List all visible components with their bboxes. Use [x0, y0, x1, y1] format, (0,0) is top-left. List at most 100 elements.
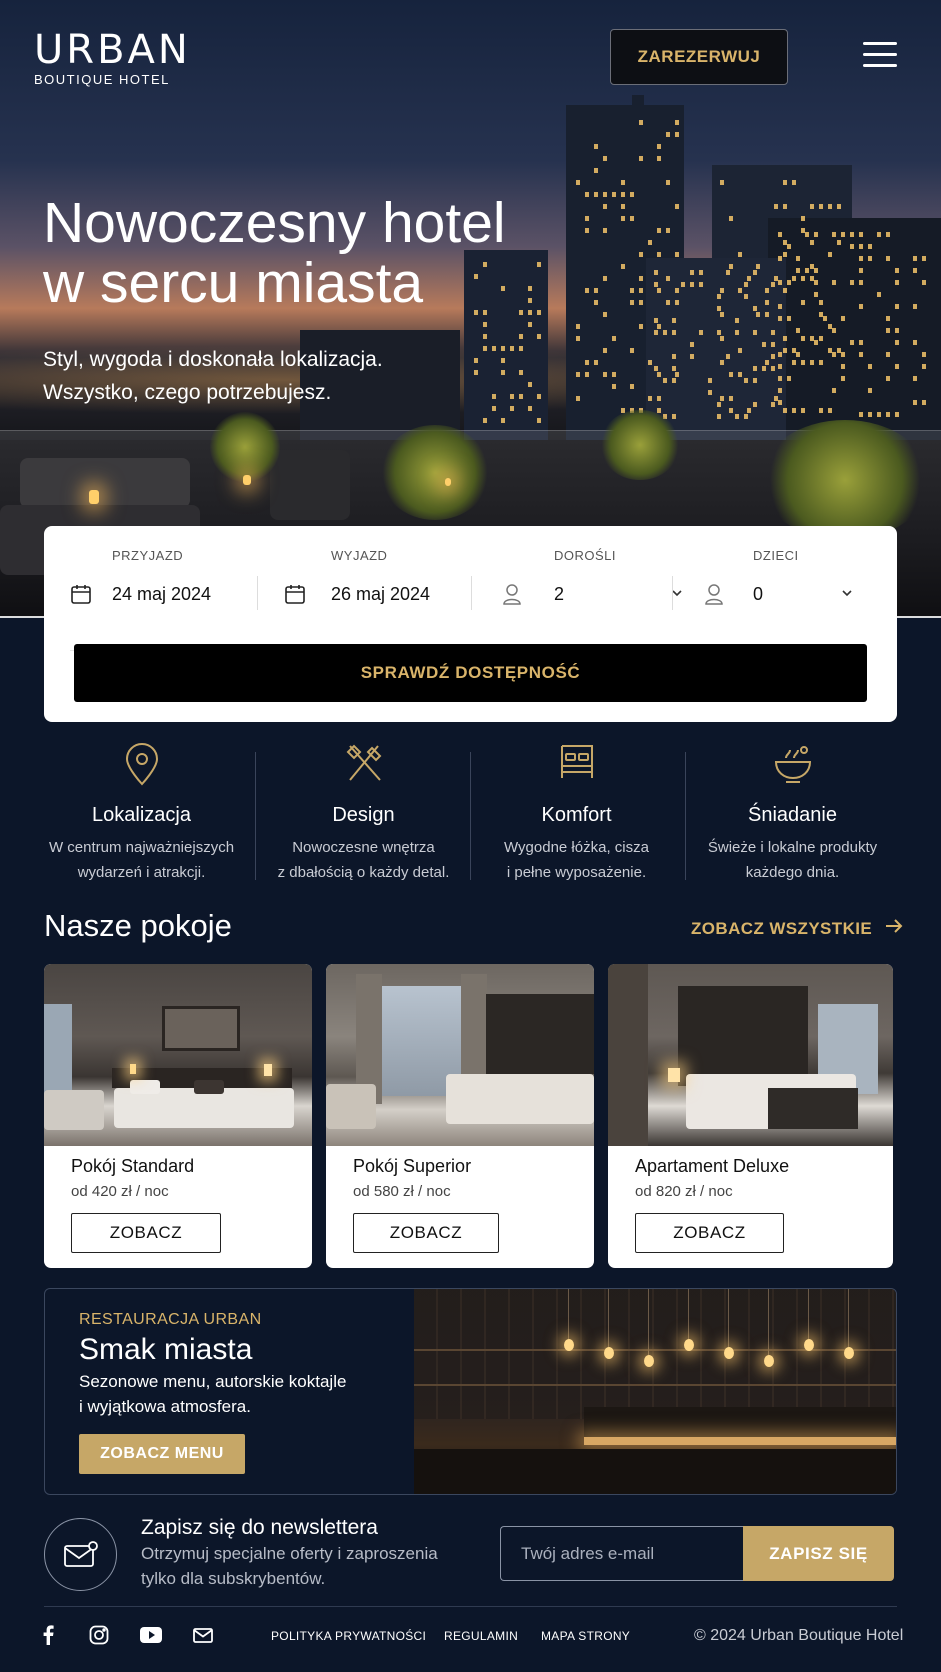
lit-window	[913, 376, 917, 381]
menu-bar	[863, 64, 897, 67]
lit-window	[868, 412, 872, 417]
footer-link-terms[interactable]: REGULAMIN	[444, 1629, 518, 1643]
instagram-icon[interactable]	[89, 1624, 109, 1646]
youtube-icon[interactable]	[140, 1624, 162, 1646]
pendant-bulb	[564, 1339, 574, 1351]
lit-window	[738, 252, 742, 257]
checkin-field[interactable]: PRZYJAZD 24 maj 2024	[70, 548, 270, 651]
pendant-cord	[568, 1289, 569, 1339]
adults-select[interactable]: DOROŚLI 2	[502, 548, 688, 651]
lit-window	[639, 252, 643, 257]
newsletter-subscribe-button[interactable]: ZAPISZ SIĘ	[743, 1526, 894, 1581]
headboard-panel	[486, 994, 594, 1074]
email-icon[interactable]	[193, 1624, 213, 1646]
restaurant-title: Smak miasta	[79, 1333, 253, 1366]
lit-window	[886, 328, 890, 333]
lit-window	[666, 132, 670, 137]
lit-window	[720, 396, 724, 401]
lit-window	[859, 304, 863, 309]
lit-window	[744, 378, 748, 383]
lit-window	[922, 400, 926, 405]
lit-window	[720, 336, 724, 341]
lit-window	[576, 324, 580, 329]
lit-window	[717, 330, 721, 335]
lit-window	[819, 204, 823, 209]
facebook-icon[interactable]	[42, 1624, 54, 1646]
room-view-button[interactable]: ZOBACZ	[353, 1213, 499, 1253]
room-name: Apartament Deluxe	[635, 1156, 790, 1176]
lit-window	[621, 204, 625, 209]
lit-window	[657, 252, 661, 257]
lit-window	[877, 412, 881, 417]
lit-window	[753, 366, 757, 371]
lit-window	[585, 192, 589, 197]
lit-window	[537, 334, 541, 339]
lit-window	[859, 268, 863, 273]
lit-window	[576, 396, 580, 401]
window-shape	[44, 1004, 72, 1094]
room-name: Pokój Standard	[71, 1156, 195, 1176]
lit-window	[810, 204, 814, 209]
bar-light-strip	[584, 1437, 896, 1445]
lit-window	[738, 288, 742, 293]
room-card-standard[interactable]: Pokój Standard od 420 zł / noc ZOBACZ	[44, 964, 312, 1268]
lit-window	[528, 382, 532, 387]
room-price: od 820 zł / noc	[635, 1183, 733, 1200]
hero-title: Nowoczesny hotel w sercu miasta	[43, 193, 563, 313]
lit-window	[738, 348, 742, 353]
hamburger-menu-icon[interactable]	[863, 42, 897, 70]
lit-window	[666, 180, 670, 185]
lit-window	[639, 288, 643, 293]
newsletter-email-input[interactable]	[500, 1526, 744, 1581]
lit-window	[922, 256, 926, 261]
reserve-button[interactable]: ZAREZERWUJ	[610, 29, 788, 85]
lit-window	[801, 276, 805, 281]
hotel-logo[interactable]: URBAN BOUTIQUE HOTEL	[34, 30, 191, 87]
rooms-section-title: Nasze pokoje	[44, 908, 232, 943]
lit-window	[672, 414, 676, 419]
room-card-deluxe[interactable]: Apartament Deluxe od 820 zł / noc ZOBACZ	[608, 964, 893, 1268]
lit-window	[841, 364, 845, 369]
lit-window	[621, 216, 625, 221]
lit-window	[639, 276, 643, 281]
footer-link-privacy[interactable]: POLITYKA PRYWATNOŚCI	[271, 1629, 426, 1643]
terrace-plant	[380, 425, 490, 520]
see-all-rooms-link[interactable]: ZOBACZ WSZYSTKIE	[691, 918, 904, 939]
lit-window	[841, 316, 845, 321]
lit-window	[783, 180, 787, 185]
bedside-lamp	[668, 1068, 680, 1082]
checkout-field[interactable]: WYJAZD 26 maj 2024	[284, 548, 484, 651]
lit-window	[717, 306, 721, 311]
lit-window	[877, 232, 881, 237]
lit-window	[492, 394, 496, 399]
lit-window	[922, 364, 926, 369]
lit-window	[913, 400, 917, 405]
lit-window	[832, 328, 836, 333]
room-view-button[interactable]: ZOBACZ	[635, 1213, 784, 1253]
lit-window	[726, 270, 730, 275]
hero-building	[632, 95, 644, 115]
lit-window	[913, 268, 917, 273]
lit-window	[850, 340, 854, 345]
lit-window	[895, 364, 899, 369]
checkout-label: WYJAZD	[331, 548, 388, 563]
lit-window	[819, 408, 823, 413]
lit-window	[801, 216, 805, 221]
room-view-button[interactable]: ZOBACZ	[71, 1213, 221, 1253]
view-menu-button[interactable]: ZOBACZ MENU	[79, 1434, 245, 1474]
lit-window	[814, 268, 818, 273]
lit-window	[753, 402, 757, 407]
lit-window	[859, 280, 863, 285]
lit-window	[720, 312, 724, 317]
newsletter-mail-icon	[44, 1518, 117, 1591]
lit-window	[537, 394, 541, 399]
children-select[interactable]: DZIECI 0	[704, 548, 900, 640]
check-availability-button[interactable]: SPRAWDŹ DOSTĘPNOŚĆ	[74, 644, 867, 702]
lit-window	[657, 324, 661, 329]
room-card-superior[interactable]: Pokój Superior od 580 zł / noc ZOBACZ	[326, 964, 594, 1268]
lit-window	[771, 342, 775, 347]
footer-link-sitemap[interactable]: MAPA STRONY	[541, 1629, 630, 1643]
lit-window	[771, 330, 775, 335]
lit-window	[913, 304, 917, 309]
lit-window	[783, 204, 787, 209]
